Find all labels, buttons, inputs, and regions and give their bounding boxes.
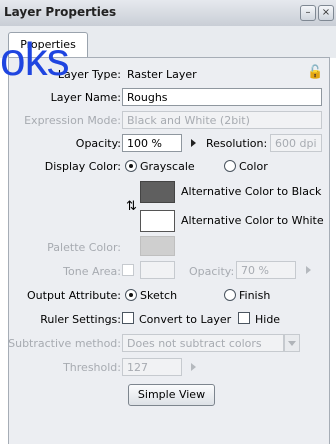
link-swap-icon[interactable]: ⇅ — [126, 199, 137, 214]
tone-area-label: Tone Area: — [63, 265, 121, 278]
tone-opacity-input: 70 % — [236, 261, 296, 279]
convert-to-layer-checkbox[interactable] — [122, 312, 134, 324]
threshold-input: 127 — [122, 358, 182, 376]
chevron-down-icon — [284, 334, 300, 352]
layer-name-label: Layer Name: — [50, 91, 121, 104]
resolution-label: Resolution: — [206, 137, 268, 150]
tone-opacity-label: Opacity: — [189, 265, 235, 278]
threshold-arrow-icon — [191, 363, 196, 371]
palette-color-label: Palette Color: — [47, 241, 121, 254]
subtractive-method-label: Subtractive method: — [8, 337, 121, 350]
palette-color-swatch — [140, 236, 175, 256]
sketch-radio-label: Sketch — [140, 289, 178, 302]
output-attribute-label: Output Attribute: — [27, 289, 121, 302]
display-color-label: Display Color: — [44, 160, 121, 173]
layer-name-input[interactable]: Roughs — [122, 88, 322, 106]
color-radio-label: Color — [239, 160, 268, 173]
opacity-arrow-icon[interactable] — [191, 139, 196, 147]
hide-checkbox[interactable] — [238, 312, 250, 324]
window-title: Layer Properties — [4, 5, 117, 19]
opacity-label: Opacity: — [75, 137, 121, 150]
opacity-input[interactable]: 100 % — [122, 134, 182, 152]
alt-white-swatch[interactable] — [140, 210, 175, 232]
tone-area-swatch — [140, 261, 175, 279]
sketch-radio[interactable] — [125, 289, 137, 301]
finish-radio-label: Finish — [239, 289, 271, 302]
alt-black-swatch[interactable] — [140, 181, 175, 203]
title-bar: Layer Properties – × — [0, 0, 336, 27]
alt-black-label: Alternative Color to Black — [181, 185, 322, 198]
subtractive-method-select: Does not subtract colors — [122, 334, 284, 352]
ruler-settings-label: Ruler Settings: — [40, 313, 121, 326]
tone-opacity-arrow-icon — [306, 266, 311, 274]
lock-icon[interactable]: 🔓 — [307, 65, 323, 80]
resolution-input: 600 dpi — [270, 134, 322, 152]
threshold-label: Threshold: — [63, 361, 121, 374]
tone-area-checkbox — [122, 264, 134, 276]
grayscale-radio-label: Grayscale — [140, 160, 195, 173]
properties-panel: Layer Type: Raster Layer 🔓 Layer Name: R… — [8, 57, 330, 444]
simple-view-button[interactable]: Simple View — [128, 384, 215, 406]
expression-mode-label: Expression Mode: — [24, 114, 121, 127]
grayscale-radio[interactable] — [125, 160, 137, 172]
layer-type-value: Raster Layer — [127, 68, 197, 81]
finish-radio[interactable] — [224, 289, 236, 301]
alt-white-label: Alternative Color to White — [181, 214, 324, 227]
convert-to-layer-label: Convert to Layer — [139, 313, 232, 326]
expression-mode-select: Black and White (2bit) — [122, 111, 322, 129]
overlay-watermark-text: oks — [0, 33, 70, 85]
color-radio[interactable] — [224, 160, 236, 172]
hide-label: Hide — [255, 313, 281, 326]
close-icon[interactable]: × — [318, 5, 334, 21]
minimize-icon[interactable]: – — [300, 5, 316, 21]
